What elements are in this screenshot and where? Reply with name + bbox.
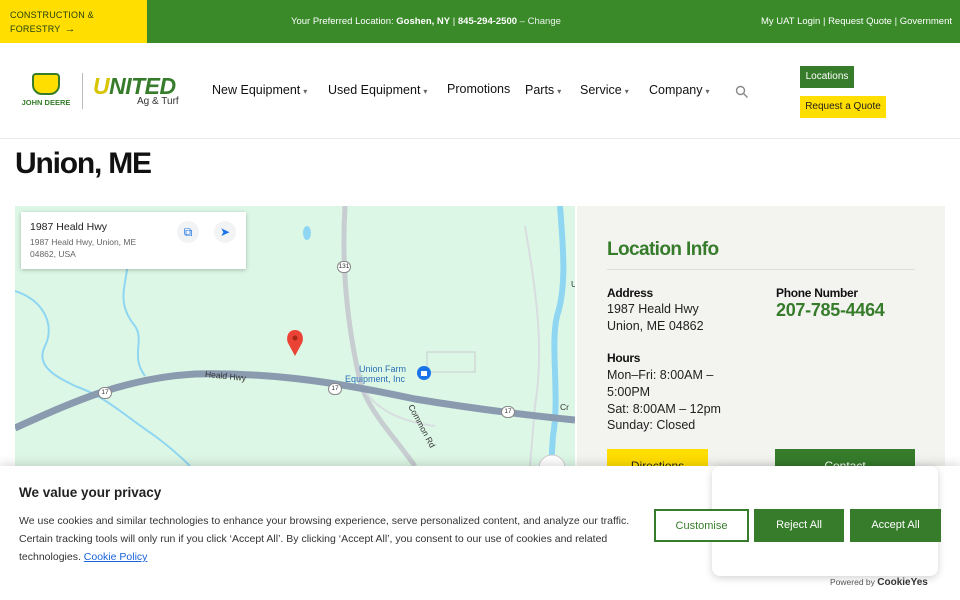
cookieyes-logo[interactable]: CookieYes xyxy=(877,577,928,588)
my-uat-login-link[interactable]: My UAT Login xyxy=(761,16,820,27)
construction-label-line1: CONSTRUCTION & xyxy=(10,10,94,20)
chevron-down-icon: ▾ xyxy=(624,87,629,96)
map-place-card: 1987 Heald Hwy 1987 Heald Hwy, Union, ME… xyxy=(21,212,246,269)
divider xyxy=(607,269,915,270)
top-links: My UAT Login | Request Quote | Governmen… xyxy=(761,16,952,27)
government-link[interactable]: Government xyxy=(900,16,952,27)
nav-parts[interactable]: Parts ▾ xyxy=(525,83,561,97)
chevron-down-icon: ▾ xyxy=(423,87,428,96)
open-in-maps-icon[interactable]: ⧉ xyxy=(177,221,199,243)
route-17-shield: 17 xyxy=(501,406,515,418)
john-deere-logo-text: JOHN DEERE xyxy=(21,98,71,107)
hours-line-3: Sat: 8:00AM – 12pm xyxy=(607,402,721,416)
nav-label: Promotions xyxy=(447,82,511,96)
river xyxy=(548,206,567,466)
building-outline xyxy=(426,351,476,373)
hours-label: Hours xyxy=(607,351,641,365)
nav-new-equipment[interactable]: New Equipment ▾ xyxy=(212,83,307,97)
logo-divider xyxy=(82,73,83,109)
place-card-title: 1987 Heald Hwy xyxy=(30,221,108,233)
address-line-1: 1987 Heald Hwy xyxy=(607,302,699,316)
business-label-line1[interactable]: Union Farm xyxy=(359,364,406,374)
nav-label: Used Equipment xyxy=(328,83,421,97)
cookie-consent-banner: We value your privacy We use cookies and… xyxy=(0,466,960,600)
cookie-title: We value your privacy xyxy=(19,485,162,500)
chevron-down-icon: ▾ xyxy=(557,87,562,96)
change-location-link[interactable]: – Change xyxy=(517,16,561,27)
directions-icon[interactable]: ➤ xyxy=(214,221,236,243)
phone-label: Phone Number xyxy=(776,286,858,300)
phone-number-link[interactable]: 207-785-4464 xyxy=(776,300,885,321)
nav-company[interactable]: Company ▾ xyxy=(649,83,710,97)
reject-all-button[interactable]: Reject All xyxy=(754,509,844,542)
nav-label: New Equipment xyxy=(212,83,301,97)
pin-dot xyxy=(292,335,298,341)
john-deere-logo[interactable]: JOHN DEERE xyxy=(18,73,74,111)
accept-all-button[interactable]: Accept All xyxy=(850,509,941,542)
powered-by: Powered by CookieYes xyxy=(830,577,928,588)
nav-label: Service xyxy=(580,83,622,97)
cookie-policy-link[interactable]: Cookie Policy xyxy=(84,551,148,563)
top-utility-bar: CONSTRUCTION & FORESTRY → Your Preferred … xyxy=(0,0,960,43)
nav-used-equipment[interactable]: Used Equipment ▾ xyxy=(328,83,427,97)
united-logo-u: U xyxy=(93,73,110,99)
powered-by-text: Powered by xyxy=(830,577,878,587)
location-info-panel: Location Info Address 1987 Heald Hwy Uni… xyxy=(577,206,945,473)
separator: | xyxy=(450,16,458,27)
heald-hwy-road xyxy=(15,370,575,432)
separator: | xyxy=(891,16,900,27)
minor-road xyxy=(524,225,541,466)
place-card-address: 1987 Heald Hwy, Union, ME 04862, USA xyxy=(30,237,137,259)
preferred-prefix: Your Preferred Location: xyxy=(291,16,397,27)
arrow-right-icon: → xyxy=(64,23,76,35)
map-compass-control[interactable] xyxy=(538,454,566,466)
route-17-shield: 17 xyxy=(98,387,112,399)
search-icon[interactable] xyxy=(735,85,749,99)
preferred-location-name[interactable]: Goshen, NY xyxy=(396,16,450,27)
nav-label: Parts xyxy=(525,83,555,97)
hours-line-1: Mon–Fri: 8:00AM – xyxy=(607,368,714,382)
business-poi-glyph xyxy=(421,371,427,376)
separator: | xyxy=(820,16,829,27)
preferred-location: Your Preferred Location: Goshen, NY | 84… xyxy=(291,16,561,27)
chevron-down-icon: ▾ xyxy=(705,87,710,96)
locations-button[interactable]: Locations xyxy=(800,66,854,88)
location-info-title: Location Info xyxy=(607,239,719,260)
route-131-road xyxy=(341,206,417,466)
pond xyxy=(303,226,311,240)
business-label-line2[interactable]: Equipment, Inc xyxy=(345,374,405,384)
location-map[interactable]: 1987 Heald Hwy 1987 Heald Hwy, Union, ME… xyxy=(15,206,575,466)
map-edge-label: U xyxy=(571,279,575,289)
customise-button[interactable]: Customise xyxy=(654,509,749,542)
stream xyxy=(15,290,76,387)
request-a-quote-button[interactable]: Request a Quote xyxy=(800,96,886,118)
deer-icon xyxy=(32,73,60,95)
hours-line-2: 5:00PM xyxy=(607,385,651,399)
nav-service[interactable]: Service ▾ xyxy=(580,83,629,97)
address-label: Address xyxy=(607,286,653,300)
page-title: Union, ME xyxy=(15,147,152,180)
page: CONSTRUCTION & FORESTRY → Your Preferred … xyxy=(0,0,960,600)
nav-promotions[interactable]: Promotions xyxy=(447,82,510,96)
chevron-down-icon: ▾ xyxy=(303,87,308,96)
address-line-2: Union, ME 04862 xyxy=(607,319,704,333)
hours-line-4: Sunday: Closed xyxy=(607,418,696,432)
construction-label-line2: FORESTRY xyxy=(10,24,61,34)
map-edge-label: Cr xyxy=(560,402,569,412)
preferred-location-phone[interactable]: 845-294-2500 xyxy=(458,16,517,27)
construction-forestry-link[interactable]: CONSTRUCTION & FORESTRY → xyxy=(0,0,147,43)
nav-label: Company xyxy=(649,83,703,97)
route-17-shield: 17 xyxy=(328,383,342,395)
route-131-shield: 131 xyxy=(337,261,351,273)
site-header: JOHN DEERE UNITED Ag & Turf New Equipmen… xyxy=(0,43,960,139)
cookie-description: We use cookies and similar technologies … xyxy=(19,512,644,566)
united-logo-subtitle: Ag & Turf xyxy=(137,96,179,107)
location-pin-icon[interactable] xyxy=(287,330,303,356)
request-quote-link[interactable]: Request Quote xyxy=(828,16,892,27)
